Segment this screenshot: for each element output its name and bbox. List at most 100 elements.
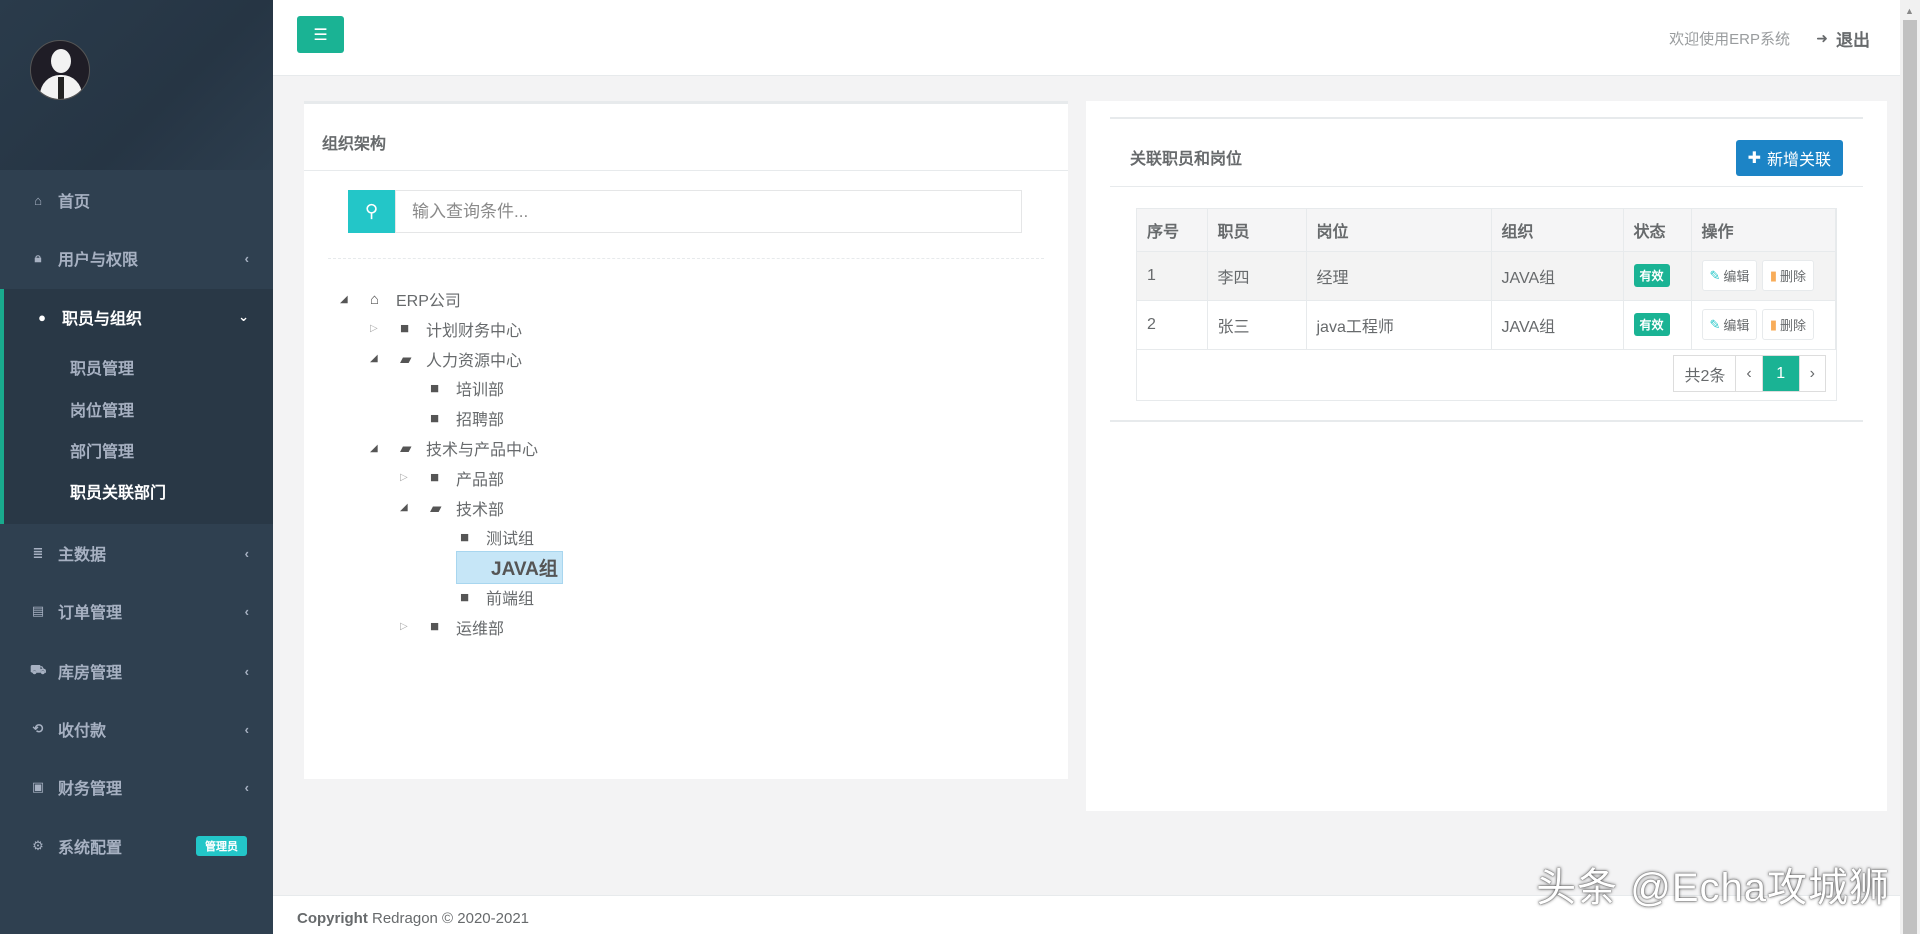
home-icon: ⌂: [370, 291, 396, 308]
cell-status: 有效: [1623, 251, 1691, 300]
folder-icon: ■: [430, 469, 456, 486]
pagination: 共2条 ‹ 1 ›: [1673, 355, 1826, 392]
next-page-button[interactable]: ›: [1799, 356, 1825, 391]
tree-node-label: 测试组: [486, 525, 534, 549]
home-icon: ⌂: [30, 193, 46, 208]
search-button[interactable]: ⚲: [348, 190, 395, 233]
edit-icon: ✎: [1710, 268, 1721, 284]
col-header[interactable]: 岗位: [1306, 209, 1491, 251]
tree-node[interactable]: ■培训部: [400, 374, 504, 402]
expanded-toggle-icon[interactable]: ◢: [340, 294, 370, 305]
nav-home[interactable]: ⌂首页: [0, 175, 273, 225]
expanded-toggle-icon[interactable]: ◢: [400, 502, 430, 513]
cell-status: 有效: [1623, 300, 1691, 349]
admin-badge: 管理员: [196, 836, 247, 856]
prev-page-button[interactable]: ‹: [1735, 356, 1761, 391]
tree-node[interactable]: ■测试组: [430, 523, 534, 551]
tree-node[interactable]: ◢▰技术部: [400, 494, 504, 522]
col-header[interactable]: 组织: [1491, 209, 1623, 251]
nav-finance[interactable]: ▣财务管理‹: [0, 762, 273, 812]
tree-node-label: JAVA组: [456, 551, 563, 584]
cell-position: 经理: [1306, 251, 1491, 300]
total-count: 共2条: [1674, 356, 1735, 391]
cell-position: java工程师: [1306, 300, 1491, 349]
delete-button[interactable]: ▮删除: [1762, 309, 1814, 340]
collapsed-toggle-icon[interactable]: ▷: [400, 621, 430, 632]
tree-node[interactable]: ■招聘部: [400, 404, 504, 432]
chevron-left-icon: ‹: [245, 664, 249, 679]
tree-node-label: 产品部: [456, 466, 504, 490]
collapsed-toggle-icon[interactable]: ▷: [370, 323, 400, 334]
logout-button[interactable]: ➜退出: [1816, 26, 1870, 51]
tree-node-label: ERP公司: [396, 287, 461, 311]
tree-node[interactable]: ■JAVA组: [430, 553, 563, 581]
folder-open-icon: ▰: [400, 350, 426, 368]
tree-node[interactable]: ◢▰人力资源中心: [370, 345, 522, 373]
chevron-down-icon: ⌄: [238, 309, 249, 325]
trash-icon: ▮: [1770, 317, 1777, 333]
table-row[interactable]: 1 李四 经理 JAVA组 有效 ✎编辑 ▮删除: [1137, 251, 1836, 300]
tree-node[interactable]: ▷■运维部: [400, 613, 504, 641]
nav-orders[interactable]: ▤订单管理‹: [0, 586, 273, 636]
trash-icon: ▮: [1770, 268, 1777, 284]
nav-group-staff-org: ●职员与组织⌄ 职员管理 岗位管理 部门管理 职员关联部门: [0, 289, 273, 524]
plus-icon: ✚: [1748, 148, 1761, 168]
expanded-toggle-icon[interactable]: ◢: [370, 443, 400, 454]
page-button-current[interactable]: 1: [1762, 356, 1799, 391]
col-header[interactable]: 职员: [1207, 209, 1306, 251]
add-association-button[interactable]: ✚新增关联: [1736, 140, 1843, 176]
edit-button[interactable]: ✎编辑: [1702, 260, 1758, 291]
chevron-left-icon: ‹: [245, 251, 249, 266]
edit-icon: ✎: [1710, 317, 1721, 333]
folder-icon: ■: [430, 380, 456, 397]
page-scrollbar[interactable]: ▲: [1900, 0, 1920, 934]
divider: [1110, 420, 1863, 422]
nav-master-data[interactable]: ≣主数据‹: [0, 528, 273, 578]
tree-node[interactable]: ▷■计划财务中心: [370, 315, 522, 343]
truck-icon: ⛟: [30, 662, 46, 680]
tree-node[interactable]: ◢⌂ERP公司: [340, 285, 461, 313]
nav-payments[interactable]: ⟲收付款‹: [0, 704, 273, 754]
association-table-container: 序号 职员 岗位 组织 状态 操作 1 李四 经理 JAVA组 有效 ✎编辑 ▮…: [1136, 208, 1837, 401]
col-header[interactable]: 状态: [1623, 209, 1691, 251]
scroll-up-icon[interactable]: ▲: [1905, 6, 1914, 16]
collapsed-toggle-icon[interactable]: ▷: [400, 472, 430, 483]
edit-button[interactable]: ✎编辑: [1702, 309, 1758, 340]
status-badge: 有效: [1634, 264, 1670, 287]
nav-staff-dept-link[interactable]: 职员关联部门: [70, 479, 166, 503]
search-icon: ⚲: [365, 201, 378, 222]
expanded-toggle-icon[interactable]: ◢: [370, 353, 400, 364]
bars-icon: ☰: [313, 25, 327, 45]
search-input[interactable]: [395, 190, 1022, 233]
cell-actions: ✎编辑 ▮删除: [1691, 300, 1836, 349]
profile-area: [0, 0, 273, 170]
folder-icon: ■: [400, 320, 426, 337]
chevron-left-icon: ‹: [245, 780, 249, 795]
tree-node[interactable]: ▷■产品部: [400, 464, 504, 492]
nav-staff-manage[interactable]: 职员管理: [70, 355, 134, 379]
lock-icon: 🔒︎: [30, 250, 46, 266]
welcome-text: 欢迎使用ERP系统: [1669, 28, 1790, 49]
menu-toggle-button[interactable]: ☰: [297, 16, 344, 53]
folder-open-icon: ▰: [400, 439, 426, 457]
tree-node[interactable]: ■前端组: [430, 583, 534, 611]
folder-icon: ■: [460, 529, 486, 546]
col-header[interactable]: 序号: [1137, 209, 1207, 251]
delete-button[interactable]: ▮删除: [1762, 260, 1814, 291]
nav-staff-org[interactable]: ●职员与组织⌄: [0, 292, 273, 342]
nav-warehouse[interactable]: ⛟库房管理‹: [0, 646, 273, 696]
avatar[interactable]: [30, 40, 90, 100]
nav-dept-manage[interactable]: 部门管理: [70, 438, 134, 462]
folder-icon: ■: [430, 410, 456, 427]
handshake-icon: ⟲: [30, 721, 46, 737]
user-circle-icon: ●: [34, 310, 50, 325]
money-icon: ▣: [30, 779, 46, 795]
nav-users-permissions[interactable]: 🔒︎用户与权限‹: [0, 233, 273, 283]
nav-system-config[interactable]: ⚙系统配置管理员: [0, 821, 273, 871]
table-row[interactable]: 2 张三 java工程师 JAVA组 有效 ✎编辑 ▮删除: [1137, 300, 1836, 349]
nav-position-manage[interactable]: 岗位管理: [70, 397, 134, 421]
assoc-panel: 关联职员和岗位 ✚新增关联 序号 职员 岗位 组织 状态 操作 1 李四 经理 …: [1086, 101, 1887, 811]
tree-node[interactable]: ◢▰技术与产品中心: [370, 434, 538, 462]
scrollbar-thumb[interactable]: [1903, 20, 1917, 934]
chevron-left-icon: ‹: [245, 722, 249, 737]
